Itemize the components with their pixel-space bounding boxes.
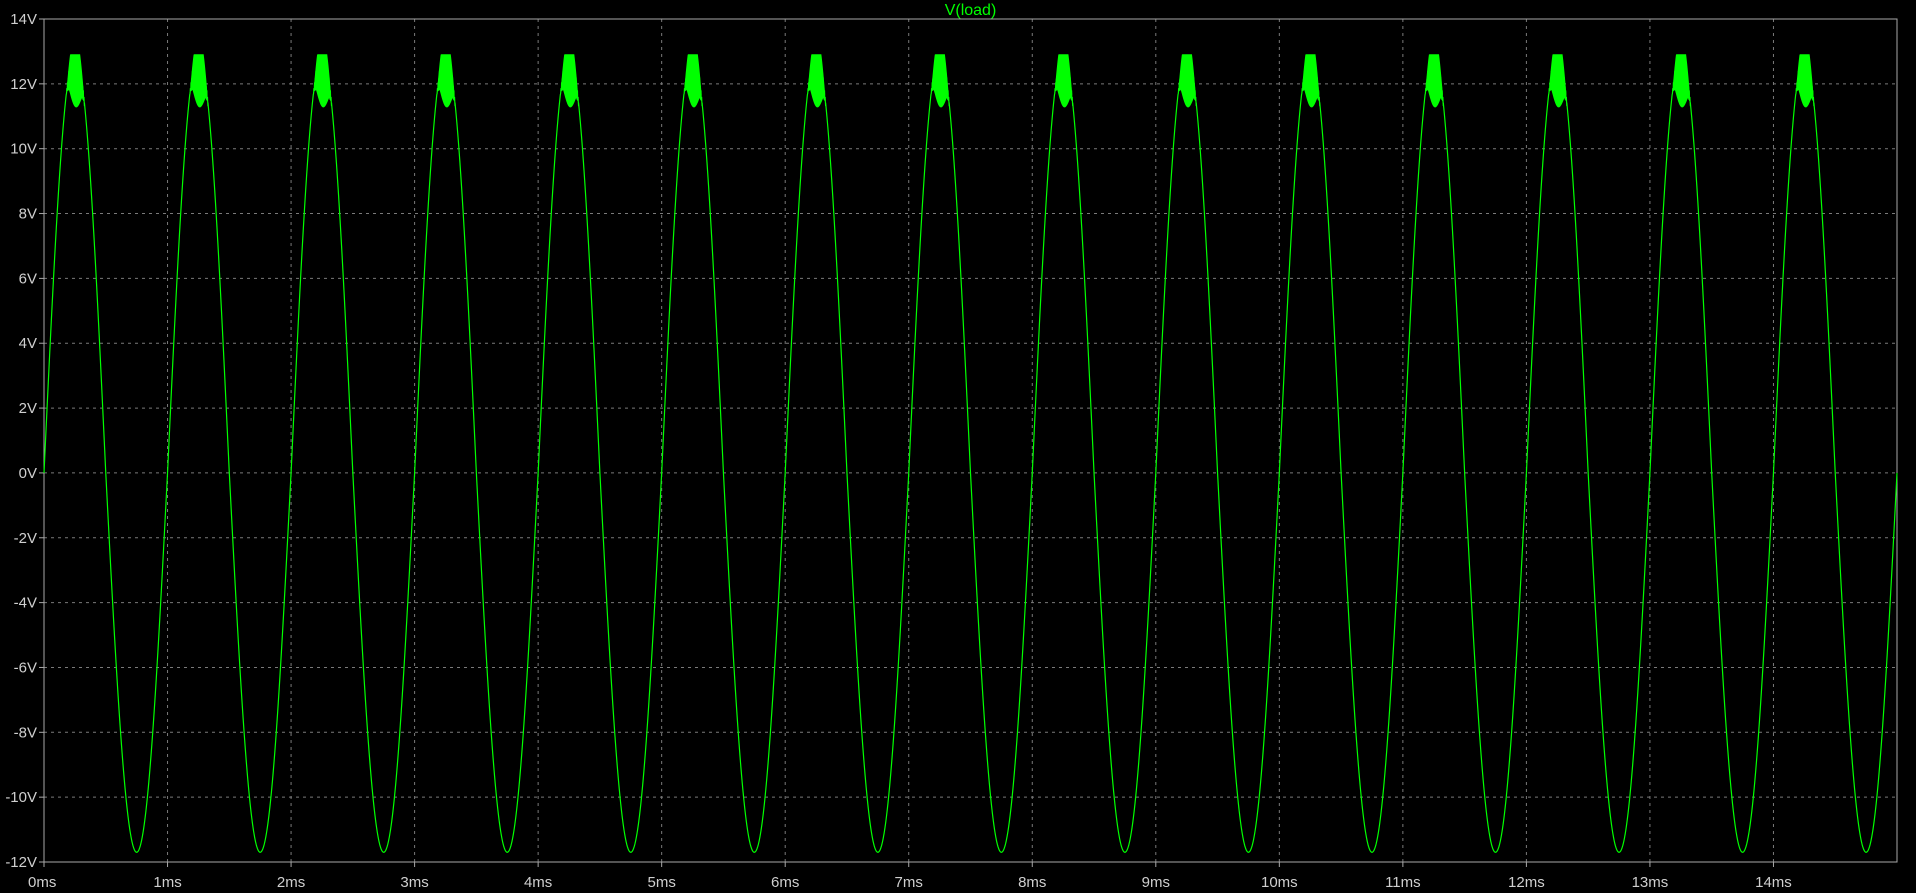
y-tick-label: -2V <box>14 530 37 547</box>
y-tick-label: -8V <box>14 724 37 741</box>
y-tick-label: 6V <box>19 270 37 287</box>
y-tick-label: 2V <box>19 400 37 417</box>
x-tick-label: 13ms <box>1632 874 1669 891</box>
x-tick-label: 10ms <box>1261 874 1298 891</box>
y-tick-label: -10V <box>5 789 37 806</box>
x-tick-label: 2ms <box>277 874 305 891</box>
y-tick-label: 4V <box>19 335 37 352</box>
x-tick-label: 6ms <box>771 874 799 891</box>
plot-canvas[interactable]: V(load) 14V 12V 10V 8V 6V 4V 2V 0V -2V -4V -6V -8V -… <box>0 0 1916 893</box>
x-tick-label: 4ms <box>524 874 552 891</box>
x-tick-label: 14ms <box>1755 874 1792 891</box>
x-tick-label: 12ms <box>1508 874 1545 891</box>
y-tick-label: 14V <box>10 11 37 28</box>
x-tick-label: 7ms <box>895 874 923 891</box>
x-tick-label: 11ms <box>1385 874 1421 891</box>
x-tick-label: 1ms <box>153 874 181 891</box>
x-tick-label: 3ms <box>400 874 428 891</box>
chart-title: V(load) <box>945 2 997 19</box>
y-tick-label: -12V <box>5 854 37 871</box>
x-tick-label: 8ms <box>1018 874 1046 891</box>
x-tick-label: 0ms <box>28 874 56 891</box>
x-tick-label: 5ms <box>647 874 675 891</box>
y-tick-label: 10V <box>10 141 37 158</box>
y-tick-label: -4V <box>14 595 37 612</box>
x-tick-label: 9ms <box>1142 874 1170 891</box>
y-tick-label: -6V <box>14 659 37 676</box>
y-tick-label: 8V <box>19 206 37 223</box>
y-tick-label: 0V <box>19 465 37 482</box>
background <box>0 0 1916 893</box>
y-tick-label: 12V <box>10 76 37 93</box>
